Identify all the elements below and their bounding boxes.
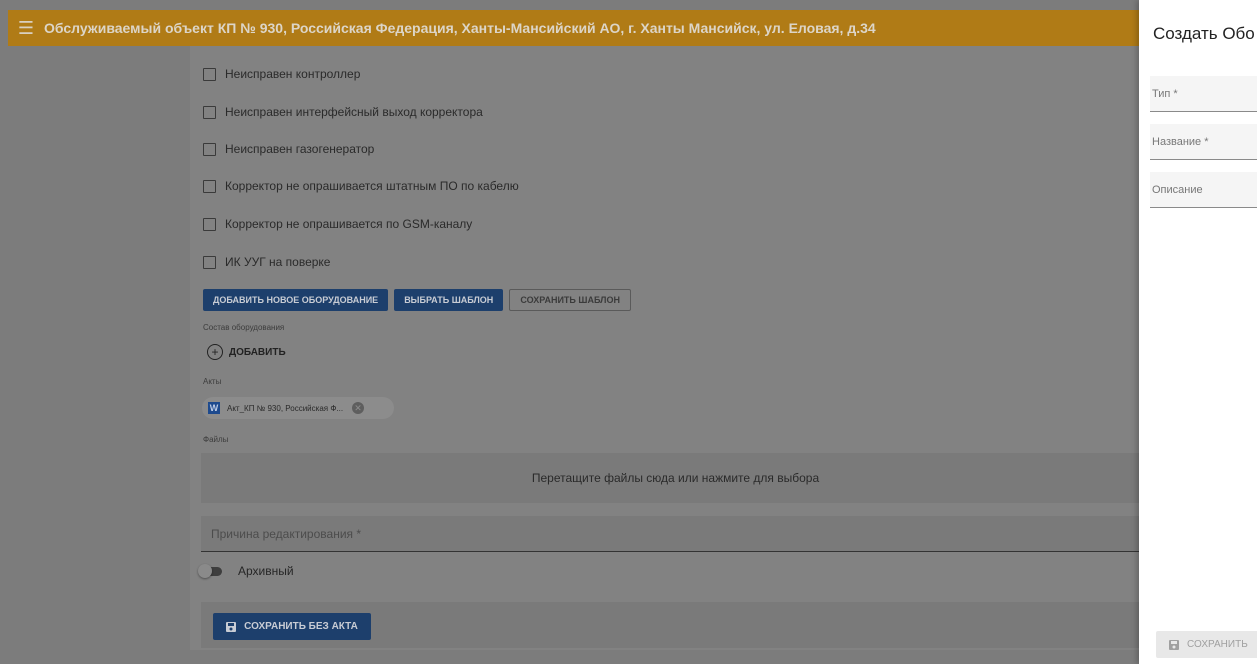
checkbox-label: Неисправен контроллер	[225, 67, 361, 81]
acts-label: Акты	[203, 377, 222, 386]
files-label: Файлы	[203, 435, 229, 444]
description-field-placeholder: Описание	[1152, 183, 1203, 196]
menu-icon[interactable]: ☰	[8, 10, 44, 46]
save-without-act-button[interactable]: СОХРАНИТЬ БЕЗ АКТА	[213, 613, 371, 640]
equipment-label: Состав оборудования	[203, 323, 285, 332]
archive-toggle-row[interactable]: Архивный	[198, 563, 294, 578]
archive-label: Архивный	[238, 564, 294, 578]
toggle-knob	[198, 563, 212, 578]
checkbox[interactable]	[203, 255, 216, 269]
checkbox-row[interactable]: Неисправен газогенератор	[203, 139, 374, 159]
main-page: ☰ Обслуживаемый объект КП № 930, Российс…	[0, 0, 1257, 664]
save-template-button[interactable]: СОХРАНИТЬ ШАБЛОН	[509, 289, 631, 311]
checkbox-label: Корректор не опрашивается штатным ПО по …	[225, 179, 519, 193]
save-icon	[226, 621, 237, 632]
file-dropzone[interactable]: Перетащите файлы сюда или нажмите для вы…	[201, 453, 1150, 503]
edit-form: Неисправен контроллер Неисправен интерфе…	[190, 46, 1150, 650]
edit-reason-input[interactable]: Причина редактирования *	[201, 516, 1150, 552]
description-field[interactable]: Описание	[1150, 172, 1257, 208]
checkbox-label: Неисправен интерфейсный выход корректора	[225, 105, 483, 119]
save-without-act-label: СОХРАНИТЬ БЕЗ АКТА	[244, 621, 358, 632]
drawer-title: Создать Обо	[1153, 24, 1255, 43]
dropzone-text: Перетащите файлы сюда или нажмите для вы…	[531, 471, 820, 485]
type-field[interactable]: Тип *	[1150, 76, 1257, 112]
name-field-placeholder: Название *	[1152, 135, 1209, 148]
checkbox-row[interactable]: ИК УУГ на поверке	[203, 252, 330, 272]
add-equipment-link[interactable]: + ДОБАВИТЬ	[207, 344, 286, 360]
add-circle-icon: +	[207, 344, 223, 360]
checkbox[interactable]	[203, 179, 216, 193]
act-file-name: Акт_КП № 930, Российская Ф...	[227, 403, 344, 413]
page-title: Обслуживаемый объект КП № 930, Российска…	[44, 20, 876, 36]
checkbox-row[interactable]: Неисправен интерфейсный выход корректора	[203, 102, 483, 122]
form-footer: СОХРАНИТЬ БЕЗ АКТА	[201, 602, 1150, 648]
choose-template-button[interactable]: ВЫБРАТЬ ШАБЛОН	[394, 289, 504, 311]
archive-toggle[interactable]	[198, 563, 222, 578]
edit-reason-placeholder: Причина редактирования *	[211, 526, 362, 541]
create-equipment-drawer: Создать Обо Тип * Название * Описание СО…	[1139, 0, 1257, 664]
top-app-bar: ☰ Обслуживаемый объект КП № 930, Российс…	[8, 10, 1140, 46]
word-document-icon: W	[208, 402, 220, 414]
drawer-save-label: СОХРАНИТЬ	[1187, 639, 1248, 650]
checkbox[interactable]	[203, 217, 216, 231]
add-equipment-button[interactable]: ДОБАВИТЬ НОВОЕ ОБОРУДОВАНИЕ	[203, 289, 389, 311]
remove-chip-icon[interactable]: ✕	[352, 402, 365, 414]
drawer-save-button[interactable]: СОХРАНИТЬ	[1156, 631, 1257, 658]
name-field[interactable]: Название *	[1150, 124, 1257, 160]
add-label: ДОБАВИТЬ	[229, 346, 286, 358]
checkbox[interactable]	[203, 67, 216, 81]
checkbox-label: Корректор не опрашивается по GSM-каналу	[225, 217, 473, 231]
checkbox-label: ИК УУГ на поверке	[225, 255, 331, 269]
checkbox[interactable]	[203, 142, 216, 156]
checkbox-row[interactable]: Корректор не опрашивается по GSM-каналу	[203, 214, 472, 234]
type-field-placeholder: Тип *	[1152, 87, 1178, 100]
template-actions: ДОБАВИТЬ НОВОЕ ОБОРУДОВАНИЕ ВЫБРАТЬ ШАБЛ…	[203, 289, 631, 311]
act-file-chip[interactable]: W Акт_КП № 930, Российская Ф... ✕	[202, 397, 394, 419]
checkbox-row[interactable]: Неисправен контроллер	[203, 64, 360, 84]
checkbox[interactable]	[203, 105, 216, 119]
checkbox-label: Неисправен газогенератор	[225, 142, 375, 156]
checkbox-row[interactable]: Корректор не опрашивается штатным ПО по …	[203, 176, 519, 196]
save-icon	[1169, 639, 1179, 650]
